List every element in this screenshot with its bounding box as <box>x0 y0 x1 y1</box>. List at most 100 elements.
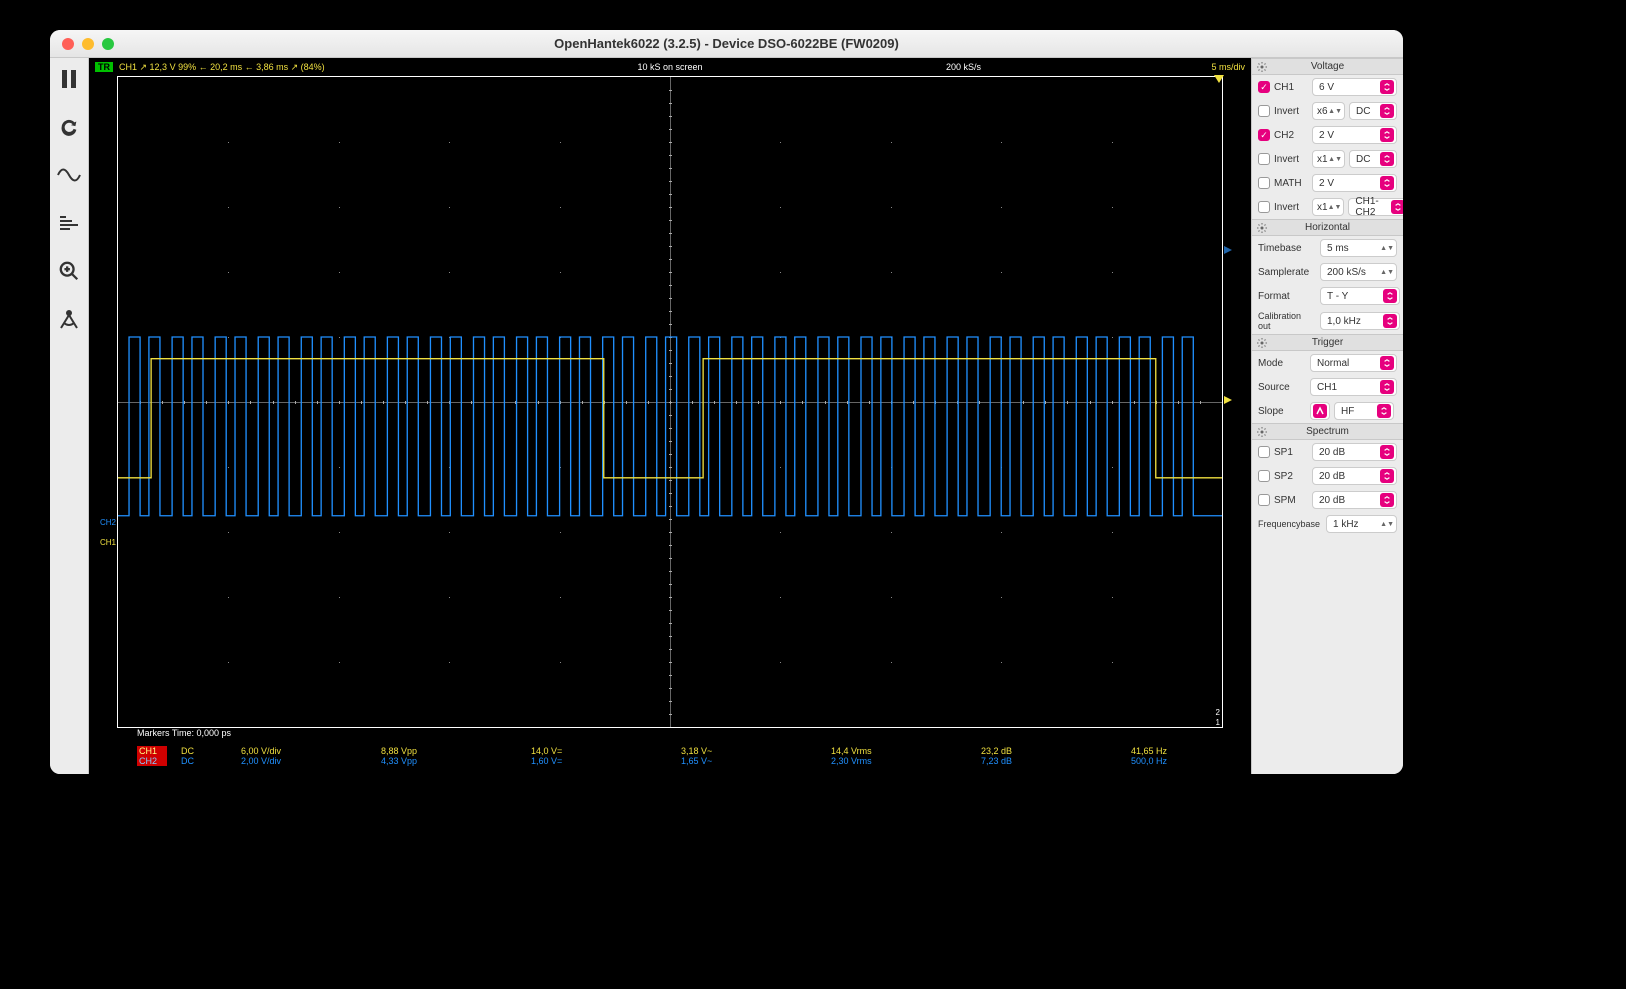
gear-icon[interactable] <box>1256 426 1268 438</box>
ch2-probe-spinner[interactable]: x1▲▼ <box>1312 150 1345 168</box>
meas-ch1-coupling: DC <box>181 746 241 756</box>
gear-icon[interactable] <box>1256 222 1268 234</box>
ch2-zero-label: CH2 <box>100 519 116 527</box>
trigger-head-label: Trigger <box>1312 337 1343 348</box>
meas-ch1-veq: 14,0 V= <box>531 746 681 756</box>
ch1-zero-label: CH1 <box>100 539 116 547</box>
ch1-invert-label: Invert <box>1274 106 1308 117</box>
meas-ch2-veq: 1,60 V= <box>531 756 681 766</box>
scope-area: TR CH1 ↗ 12,3 V 99% ← 20,2 ms ← 3,86 ms … <box>89 58 1251 774</box>
histogram-icon <box>58 214 80 232</box>
zoom-in-icon <box>58 260 80 282</box>
slope-rising-button[interactable] <box>1310 402 1330 420</box>
spectrum-panel-head: Spectrum <box>1252 423 1403 440</box>
ch1-invert-checkbox[interactable] <box>1258 105 1270 117</box>
markers-line: Markers Time: 0,000 ps <box>89 728 1251 742</box>
freqbase-label: Frequencybase <box>1258 519 1322 529</box>
ch2-range-select[interactable]: 2 V <box>1312 126 1397 144</box>
meas-ch2-vrms: 2,30 Vrms <box>831 756 981 766</box>
meas-ch2-vpp: 4,33 Vpp <box>381 756 531 766</box>
marker-2: 2 <box>1216 708 1220 717</box>
wave-button[interactable] <box>54 160 84 190</box>
sine-icon <box>57 166 81 184</box>
sp2-checkbox[interactable] <box>1258 470 1270 482</box>
horizontal-head-label: Horizontal <box>1305 222 1350 233</box>
timebase-label: 5 ms/div <box>1211 62 1245 72</box>
meas-ch1-db: 23,2 dB <box>981 746 1131 756</box>
scope-topline: TR CH1 ↗ 12,3 V 99% ← 20,2 ms ← 3,86 ms … <box>89 58 1251 76</box>
timebase-spinner[interactable]: 5 ms▲▼ <box>1320 239 1397 257</box>
math-op-select[interactable]: CH1-CH2 <box>1348 198 1403 216</box>
meas-ch1-vpp: 8,88 Vpp <box>381 746 531 756</box>
voltage-head-label: Voltage <box>1311 61 1344 72</box>
maximize-button[interactable] <box>102 38 114 50</box>
pause-button[interactable] <box>54 64 84 94</box>
math-invert-checkbox[interactable] <box>1258 201 1270 213</box>
refresh-button[interactable] <box>54 112 84 142</box>
measure-button[interactable] <box>54 304 84 334</box>
histogram-button[interactable] <box>54 208 84 238</box>
spm-select[interactable]: 20 dB <box>1312 491 1397 509</box>
trigger-mode-select[interactable]: Normal <box>1310 354 1397 372</box>
trigger-info: CH1 ↗ 12,3 V 99% ← 20,2 ms ← 3,86 ms ↗ (… <box>119 62 325 73</box>
meas-ch1-freq: 41,65 Hz <box>1131 746 1251 756</box>
samplerate-label: 200 kS/s <box>946 62 981 72</box>
freqbase-spinner[interactable]: 1 kHz▲▼ <box>1326 515 1397 533</box>
trigger-source-select[interactable]: CH1 <box>1310 378 1397 396</box>
compass-icon <box>57 309 81 329</box>
format-label: Format <box>1258 291 1316 302</box>
window-title: OpenHantek6022 (3.2.5) - Device DSO-6022… <box>50 36 1403 51</box>
graticule[interactable]: CH2 CH1 1 2 <box>117 76 1223 728</box>
ch2-invert-checkbox[interactable] <box>1258 153 1270 165</box>
math-label: MATH <box>1274 178 1308 189</box>
left-toolbar <box>50 58 89 774</box>
app-window: OpenHantek6022 (3.2.5) - Device DSO-6022… <box>50 30 1403 774</box>
math-checkbox[interactable] <box>1258 177 1270 189</box>
meas-ch2-freq: 500,0 Hz <box>1131 756 1251 766</box>
meas-ch1-vrms: 14,4 Vrms <box>831 746 981 756</box>
spectrum-head-label: Spectrum <box>1306 426 1349 437</box>
close-button[interactable] <box>62 38 74 50</box>
trigger-mode-label: Mode <box>1258 358 1306 369</box>
ch1-checkbox[interactable] <box>1258 81 1270 93</box>
meas-ch2-name: CH2 <box>137 756 167 766</box>
minimize-button[interactable] <box>82 38 94 50</box>
ch2-label: CH2 <box>1274 130 1308 141</box>
sp2-select[interactable]: 20 dB <box>1312 467 1397 485</box>
samples-on-screen: 10 kS on screen <box>637 62 702 72</box>
math-range-select[interactable]: 2 V <box>1312 174 1397 192</box>
sp2-label: SP2 <box>1274 471 1308 482</box>
sp1-label: SP1 <box>1274 447 1308 458</box>
ch1-coupling-select[interactable]: DC <box>1349 102 1397 120</box>
meas-ch1-name: CH1 <box>137 746 167 756</box>
samplerate-spinner[interactable]: 200 kS/s▲▼ <box>1320 263 1397 281</box>
refresh-icon <box>58 116 80 138</box>
horizontal-panel-head: Horizontal <box>1252 219 1403 236</box>
math-probe-spinner[interactable]: x1▲▼ <box>1312 198 1344 216</box>
meas-ch2-coupling: DC <box>181 756 241 766</box>
ch1-trigger-level-marker[interactable] <box>1224 396 1232 404</box>
spm-label: SPM <box>1274 495 1308 506</box>
marker-1: 1 <box>1216 718 1220 727</box>
samplerate-label-row: Samplerate <box>1258 267 1316 278</box>
ch2-invert-label: Invert <box>1274 154 1308 165</box>
sp1-checkbox[interactable] <box>1258 446 1270 458</box>
calibration-select[interactable]: 1,0 kHz <box>1320 312 1400 330</box>
sp1-select[interactable]: 20 dB <box>1312 443 1397 461</box>
gear-icon[interactable] <box>1256 61 1268 73</box>
zoom-button[interactable] <box>54 256 84 286</box>
format-select[interactable]: T - Y <box>1320 287 1400 305</box>
trigger-panel-head: Trigger <box>1252 334 1403 351</box>
ch2-trigger-level-marker[interactable] <box>1224 246 1232 254</box>
ch1-probe-spinner[interactable]: x6▲▼ <box>1312 102 1345 120</box>
trigger-source-label: Source <box>1258 382 1306 393</box>
meas-ch2-vdiv: 2,00 V/div <box>241 756 381 766</box>
ch2-coupling-select[interactable]: DC <box>1349 150 1397 168</box>
meas-ch2-db: 7,23 dB <box>981 756 1131 766</box>
slope-select[interactable]: HF <box>1334 402 1394 420</box>
gear-icon[interactable] <box>1256 337 1268 349</box>
spm-checkbox[interactable] <box>1258 494 1270 506</box>
measurements: CH1 DC 6,00 V/div 8,88 Vpp 14,0 V= 3,18 … <box>89 742 1251 774</box>
ch2-checkbox[interactable] <box>1258 129 1270 141</box>
ch1-range-select[interactable]: 6 V <box>1312 78 1397 96</box>
